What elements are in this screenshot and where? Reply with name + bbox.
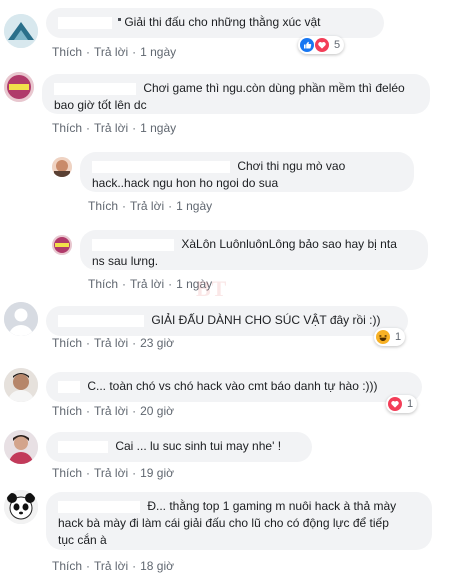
like-link[interactable]: Thích bbox=[88, 277, 118, 291]
avatar[interactable] bbox=[4, 72, 34, 102]
timestamp[interactable]: 19 giờ bbox=[140, 466, 174, 480]
timestamp[interactable]: 1 ngày bbox=[140, 121, 176, 135]
comment-text: Giải thi đấu cho những thằng xúc vật bbox=[124, 15, 321, 29]
redacted-author-name bbox=[54, 82, 136, 95]
comment-bubble: XàLôn LuônluônLông bảo sao hay bị nta ns… bbox=[80, 230, 428, 270]
like-link[interactable]: Thích bbox=[52, 121, 82, 135]
reply-link[interactable]: Trả lời bbox=[94, 45, 128, 59]
like-link[interactable]: Thích bbox=[52, 45, 82, 59]
comment-text-line-1: Chơi thi ngu mò vao bbox=[237, 159, 346, 173]
timestamp[interactable]: 1 ngày bbox=[140, 45, 176, 59]
redacted-author-name bbox=[58, 16, 112, 29]
like-link[interactable]: Thích bbox=[52, 466, 82, 480]
comment-bubble: Chơi thi ngu mò vao hack..hack ngu hon h… bbox=[80, 152, 414, 192]
like-link[interactable]: Thích bbox=[52, 404, 82, 418]
avatar[interactable] bbox=[52, 157, 72, 177]
like-icon bbox=[300, 38, 314, 52]
reply-link[interactable]: Trả lời bbox=[94, 336, 128, 350]
comment-actions: Thích · Trả lời · 19 giờ bbox=[52, 466, 174, 480]
comment-text-line-2: hack bà mày đi làm cái giải đấu cho lũ c… bbox=[58, 516, 389, 530]
reply-link[interactable]: Trả lời bbox=[94, 559, 128, 573]
comment-actions: Thích · Trả lời · 23 giờ bbox=[52, 336, 174, 350]
comment-actions: Thích · Trả lời · 1 ngày bbox=[52, 121, 177, 135]
avatar[interactable] bbox=[4, 302, 38, 336]
avatar[interactable] bbox=[4, 430, 38, 464]
avatar[interactable] bbox=[4, 490, 38, 524]
reaction-summary[interactable]: 1 bbox=[386, 395, 418, 413]
comment-bubble: Đ... thằng top 1 gaming m nuôi hack à th… bbox=[46, 492, 432, 550]
comment-text: C... toàn chó vs chó hack vào cmt báo da… bbox=[87, 379, 378, 393]
comment-bubble: Giải thi đấu cho những thằng xúc vật bbox=[46, 8, 384, 38]
avatar[interactable] bbox=[4, 368, 38, 402]
reaction-count: 1 bbox=[395, 331, 402, 343]
comment-text-line-3: tục cắn à bbox=[58, 533, 107, 547]
redacted-author-name bbox=[58, 314, 144, 327]
like-link[interactable]: Thích bbox=[88, 199, 118, 213]
haha-icon bbox=[376, 330, 390, 344]
reaction-summary[interactable]: 5 bbox=[298, 36, 345, 54]
comment-text-line-2: hack..hack ngu hon ho ngoi do sua bbox=[92, 176, 279, 190]
comment-text-line-1: XàLôn LuônluônLông bảo sao hay bị nta bbox=[181, 237, 397, 251]
comment-bubble: Chơi game thì ngu.còn dùng phần mềm thì … bbox=[42, 74, 430, 114]
redacted-author-name bbox=[58, 440, 108, 453]
avatar[interactable] bbox=[4, 14, 38, 48]
comment-bubble: C... toàn chó vs chó hack vào cmt báo da… bbox=[46, 372, 422, 402]
reply-link[interactable]: Trả lời bbox=[94, 404, 128, 418]
watermark-logo: BT bbox=[196, 276, 228, 301]
timestamp[interactable]: 20 giờ bbox=[140, 404, 174, 418]
comment-actions: Thích · Trả lời · 20 giờ bbox=[52, 404, 174, 418]
comment-bubble: Cai ... lu suc sinh tui may nhe' ! bbox=[46, 432, 312, 462]
comment-text: GIẢI ĐẤU DÀNH CHO SÚC VẬT đây rồi :)) bbox=[151, 313, 381, 327]
reply-link[interactable]: Trả lời bbox=[94, 466, 128, 480]
reaction-count: 5 bbox=[334, 39, 341, 51]
redacted-author-name bbox=[92, 238, 174, 251]
avatar[interactable] bbox=[52, 235, 72, 255]
comment-text: Cai ... lu suc sinh tui may nhe' ! bbox=[115, 439, 282, 453]
reaction-count: 1 bbox=[407, 398, 414, 410]
timestamp[interactable]: 23 giờ bbox=[140, 336, 174, 350]
love-icon bbox=[388, 397, 402, 411]
comment-text-line-2: bao giờ tốt lên dc bbox=[54, 98, 147, 112]
comment-text-line-1: Chơi game thì ngu.còn dùng phần mềm thì … bbox=[143, 81, 405, 95]
like-link[interactable]: Thích bbox=[52, 336, 82, 350]
comment-actions: Thích · Trả lời · 1 ngày bbox=[88, 277, 213, 291]
comment-text-line-1: Đ... thằng top 1 gaming m nuôi hack à th… bbox=[147, 499, 397, 513]
comment-actions: Thích · Trả lời · 1 ngày bbox=[52, 45, 177, 59]
redacted-author-name bbox=[58, 380, 80, 393]
comment-bubble: GIẢI ĐẤU DÀNH CHO SÚC VẬT đây rồi :)) bbox=[46, 306, 408, 336]
comment-text-line-2: ns sau lưng. bbox=[92, 254, 159, 268]
redacted-author-name bbox=[58, 500, 140, 513]
timestamp[interactable]: 18 giờ bbox=[140, 559, 174, 573]
timestamp[interactable]: 1 ngày bbox=[176, 199, 212, 213]
comment-actions: Thích · Trả lời · 18 giờ bbox=[52, 559, 174, 573]
redacted-author-name bbox=[92, 160, 230, 173]
reply-link[interactable]: Trả lời bbox=[130, 277, 164, 291]
reply-link[interactable]: Trả lời bbox=[130, 199, 164, 213]
comment-actions: Thích · Trả lời · 1 ngày bbox=[88, 199, 213, 213]
like-link[interactable]: Thích bbox=[52, 559, 82, 573]
reaction-summary[interactable]: 1 bbox=[374, 328, 406, 346]
love-icon bbox=[315, 38, 329, 52]
reply-link[interactable]: Trả lời bbox=[94, 121, 128, 135]
